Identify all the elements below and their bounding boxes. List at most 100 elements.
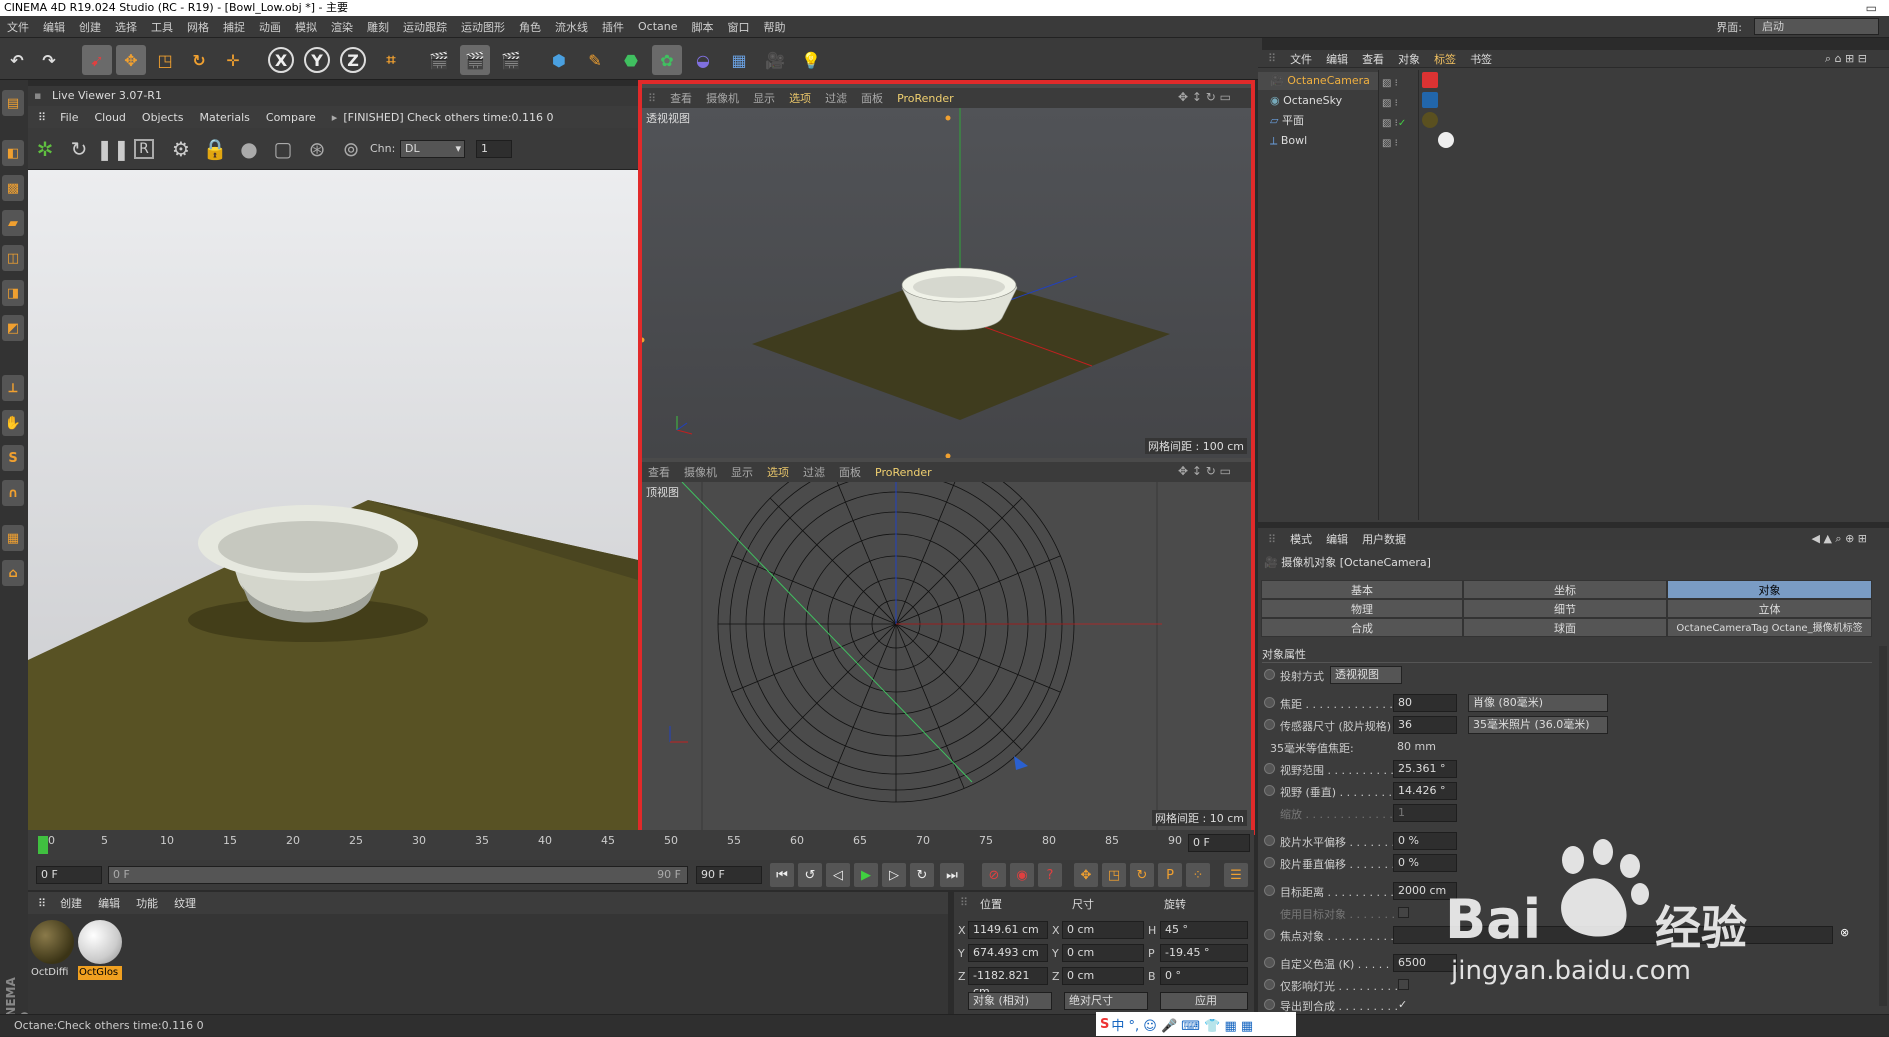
menu-help[interactable]: 帮助 <box>757 19 793 35</box>
focal-preset-select[interactable]: 肖像 (80毫米) <box>1468 694 1608 712</box>
render-view-icon[interactable]: 🎬 <box>424 45 454 75</box>
lv-menu-compare[interactable]: Compare <box>266 111 316 124</box>
lock-icon[interactable]: 🔒 <box>202 136 228 162</box>
live-select-icon[interactable]: ➹ <box>82 45 112 75</box>
viewport-nav-icons[interactable]: ✥ ↕ ↻ ▭ <box>1178 464 1231 478</box>
tab-basic[interactable]: 基本 <box>1261 580 1463 599</box>
settings-gear-icon[interactable]: ⚙ <box>168 136 194 162</box>
undo-icon[interactable]: ↶ <box>2 45 32 75</box>
lv-menu-materials[interactable]: Materials <box>199 111 249 124</box>
focus-object-link-field[interactable] <box>1393 926 1833 944</box>
vp-bot-menu-filter[interactable]: 过滤 <box>803 464 825 480</box>
panel-grip-icon[interactable]: ⠿ <box>648 92 656 105</box>
tab-stereo[interactable]: 立体 <box>1667 599 1872 618</box>
menu-plugins[interactable]: 插件 <box>595 19 631 35</box>
om-menu-objects[interactable]: 对象 <box>1398 51 1420 67</box>
previous-key-icon[interactable]: ↺ <box>798 863 822 887</box>
region-render-icon[interactable]: R <box>134 139 154 159</box>
animate-toggle[interactable] <box>1264 763 1275 774</box>
vp-top-menu-display[interactable]: 显示 <box>753 90 775 106</box>
pen-icon[interactable]: ✎ <box>580 45 610 75</box>
object-row-plane[interactable]: ▱ 平面 <box>1258 112 1378 130</box>
go-to-start-icon[interactable]: ⏮ <box>770 863 794 887</box>
cube-icon[interactable]: ⬢ <box>544 45 574 75</box>
om-menu-file[interactable]: 文件 <box>1290 51 1312 67</box>
attr-menu-edit[interactable]: 编辑 <box>1326 531 1348 547</box>
vp-bot-menu-panel[interactable]: 面板 <box>839 464 861 480</box>
vp-top-menu-camera[interactable]: 摄像机 <box>706 90 739 106</box>
rot-b-field[interactable]: 0 ° <box>1160 967 1248 985</box>
focus-pick-icon[interactable]: ⊛ <box>304 136 330 162</box>
next-key-icon[interactable]: ↻ <box>910 863 934 887</box>
channel-select[interactable]: DL ▾ <box>400 140 465 158</box>
make-editable-icon[interactable]: ▤ <box>2 90 24 116</box>
object-name[interactable]: Bowl <box>1281 134 1307 147</box>
menu-mesh[interactable]: 网格 <box>180 19 216 35</box>
size-x-field[interactable]: 0 cm <box>1062 921 1144 939</box>
timeline-menu-icon[interactable]: ☰ <box>1224 863 1248 887</box>
om-menu-tags[interactable]: 标签 <box>1434 51 1456 67</box>
pause-icon[interactable]: ❚❚ <box>96 136 130 162</box>
object-row-sky[interactable]: ◉ OctaneSky <box>1258 92 1378 110</box>
menu-animate[interactable]: 动画 <box>252 19 288 35</box>
send-scene-icon[interactable]: ✲ <box>32 136 58 162</box>
size-mode-select[interactable]: 绝对尺寸 <box>1064 992 1148 1010</box>
soft-selection-icon[interactable]: S <box>2 445 24 471</box>
menu-sculpt[interactable]: 雕刻 <box>360 19 396 35</box>
lv-menu-cloud[interactable]: Cloud <box>94 111 125 124</box>
apply-button[interactable]: 应用 <box>1160 992 1248 1010</box>
zoom-field[interactable]: 1 <box>1393 804 1457 822</box>
subdivision-icon[interactable]: ⬣ <box>616 45 646 75</box>
menu-tools[interactable]: 工具 <box>144 19 180 35</box>
animate-toggle[interactable] <box>1264 957 1275 968</box>
texture-mode-icon[interactable]: ▩ <box>2 175 24 201</box>
om-menu-bookmarks[interactable]: 书签 <box>1470 51 1492 67</box>
menu-select[interactable]: 选择 <box>108 19 144 35</box>
locked-workplane-icon[interactable]: ▦ <box>2 525 24 551</box>
object-row-camera[interactable]: 🎥 OctaneCamera <box>1258 72 1378 90</box>
rotate-icon[interactable]: ↻ <box>184 45 214 75</box>
pos-y-field[interactable]: 674.493 cm <box>968 944 1048 962</box>
menu-mograph[interactable]: 运动图形 <box>454 19 512 35</box>
menu-window[interactable]: 窗口 <box>721 19 757 35</box>
rot-p-field[interactable]: -19.45 ° <box>1160 944 1248 962</box>
sky-tag-icon[interactable] <box>1422 92 1438 108</box>
sogou-icon[interactable]: S <box>1100 1017 1109 1032</box>
z-axis-button[interactable]: Z <box>340 47 366 73</box>
x-axis-button[interactable]: X <box>268 47 294 73</box>
menu-octane[interactable]: Octane <box>631 20 685 33</box>
polygons-mode-icon[interactable]: ◩ <box>2 315 24 341</box>
menu-edit[interactable]: 编辑 <box>36 19 72 35</box>
mat-menu-create[interactable]: 创建 <box>60 895 82 911</box>
vp-top-menu-panel[interactable]: 面板 <box>861 90 883 106</box>
tweak-icon[interactable]: ✋ <box>2 410 24 436</box>
camera-icon[interactable]: 🎥 <box>760 45 790 75</box>
sphere-preview-icon[interactable]: ● <box>236 136 262 162</box>
tab-physical[interactable]: 物理 <box>1261 599 1463 618</box>
menu-simulate[interactable]: 模拟 <box>288 19 324 35</box>
key-param-icon[interactable]: P <box>1158 863 1182 887</box>
pos-z-field[interactable]: -1182.821 cm <box>968 967 1048 998</box>
om-menu-view[interactable]: 查看 <box>1362 51 1384 67</box>
menu-script[interactable]: 脚本 <box>685 19 721 35</box>
lv-menu-file[interactable]: File <box>60 111 78 124</box>
mat-menu-edit[interactable]: 编辑 <box>98 895 120 911</box>
record-icon[interactable]: ⊘ <box>982 863 1006 887</box>
key-rotation-icon[interactable]: ↻ <box>1130 863 1154 887</box>
animate-toggle[interactable] <box>1264 979 1275 990</box>
tab-composition[interactable]: 合成 <box>1261 618 1463 637</box>
plane-material-tag-icon[interactable] <box>1422 112 1438 128</box>
object-name[interactable]: OctaneCamera <box>1287 74 1370 87</box>
key-scale-icon[interactable]: ◳ <box>1102 863 1126 887</box>
vp-bot-menu-view[interactable]: 查看 <box>648 464 670 480</box>
animate-toggle[interactable] <box>1264 719 1275 730</box>
visibility-toggles[interactable]: ▨ ⁝ ▨ ⁝ ▨ ⁝✓ ▨ ⁝ <box>1382 74 1406 154</box>
animate-toggle[interactable] <box>1264 999 1275 1010</box>
live-viewer-render[interactable] <box>28 170 638 830</box>
workplane-icon[interactable]: ▰ <box>2 210 24 236</box>
end-frame-field[interactable]: 90 F <box>696 866 762 884</box>
channel-index-field[interactable]: 1 <box>476 140 512 158</box>
frame-range-slider[interactable]: 0 F 90 F <box>108 866 688 884</box>
film-v-offset-field[interactable]: 0 % <box>1393 854 1457 872</box>
menu-pipeline[interactable]: 流水线 <box>548 19 595 35</box>
